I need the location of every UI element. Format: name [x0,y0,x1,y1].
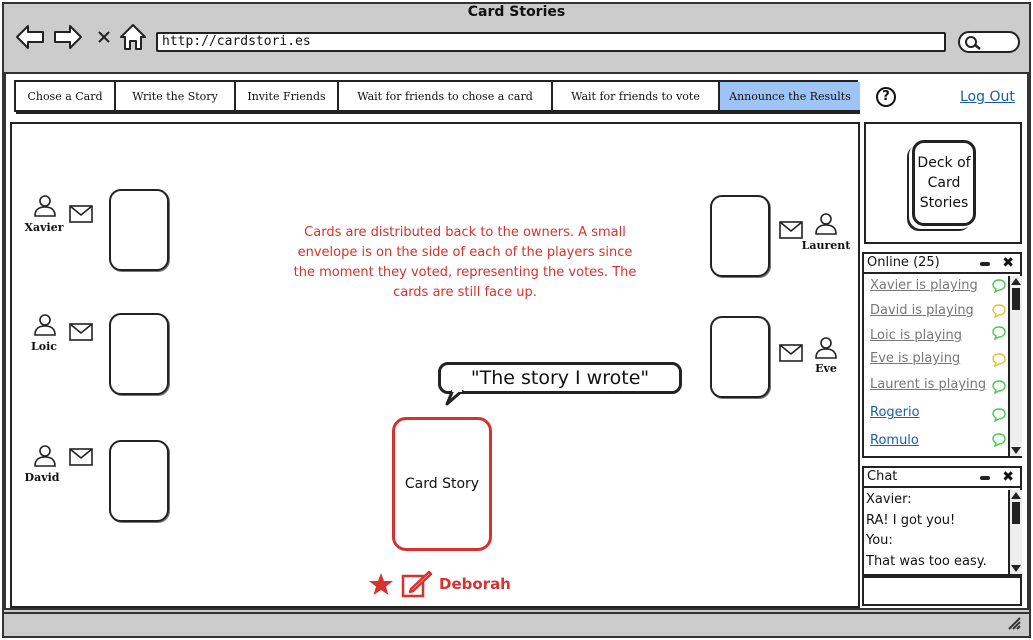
speech-bubble-icon[interactable] [992,433,1006,447]
bubble-tail [445,390,464,406]
player-name-laurent: Laurent [801,239,851,252]
person-icon [815,337,837,359]
online-title: Online (25) [867,255,940,270]
logout-link[interactable]: Log Out [960,89,1015,105]
chat-message: RA! I got you! [866,513,956,528]
help-icon[interactable]: ? [876,87,896,107]
step-announce-results[interactable]: Announce the Results [720,82,860,110]
person-icon [815,213,837,235]
person-icon [34,195,56,217]
storyteller-name: Deborah [439,575,511,593]
deck-label-3: Stories [919,195,969,211]
scroll-up-icon[interactable] [1011,492,1021,499]
story-speech-bubble: "The story I wrote" [438,362,682,394]
online-scrollbar[interactable] [1008,276,1022,456]
player-card-loic[interactable] [109,313,169,395]
chat-message: That was too easy. [866,554,987,569]
player-card-eve[interactable] [710,316,770,398]
scroll-down-icon[interactable] [1011,447,1021,454]
player-name-eve: Eve [815,362,837,375]
envelope-icon [69,323,93,341]
player-card-laurent[interactable] [710,195,770,277]
scroll-thumb[interactable] [1012,288,1020,310]
speech-bubble-icon[interactable] [992,408,1006,422]
step-tabs: Chose a Card Write the Story Invite Frie… [14,80,860,112]
close-icon[interactable]: ✖ [1002,468,1014,486]
arrow-left-icon[interactable] [14,22,46,52]
star-icon [369,573,393,595]
speech-bubble-icon[interactable] [992,304,1006,318]
online-user[interactable]: Xavier is playing [870,278,978,293]
annotation-note: Cards are distributed back to the owners… [293,225,637,300]
url-bar[interactable]: http://cardstori.es [156,32,946,52]
online-panel: Online (25) ✖ Xavier is playing David is… [862,252,1022,458]
scroll-down-icon[interactable] [1011,565,1021,572]
online-user[interactable]: Eve is playing [870,351,960,366]
story-card[interactable]: Card Story [392,417,492,551]
step-invite-friends[interactable]: Invite Friends [236,82,339,110]
chat-panel: Chat ✖ Xavier: RA! I got you! You: That … [862,466,1022,576]
minimize-icon[interactable] [980,262,990,266]
status-bar [4,612,1029,636]
speech-bubble-icon[interactable] [992,380,1006,394]
deck-label-2: Card [927,175,961,191]
envelope-icon [69,448,93,466]
arrow-right-icon[interactable] [52,22,84,52]
person-icon [34,314,56,336]
minimize-icon[interactable] [980,476,990,480]
chat-input[interactable] [862,576,1022,606]
deck-of-cards[interactable]: Deck of Card Stories [912,140,976,226]
speech-bubble-icon[interactable] [992,353,1006,367]
chat-scrollbar[interactable] [1008,490,1022,574]
search-field[interactable] [958,31,1020,53]
online-user[interactable]: Loic is playing [870,328,962,343]
speech-bubble-icon[interactable] [992,279,1006,293]
online-panel-header: Online (25) ✖ [864,254,1020,274]
envelope-icon [779,344,803,362]
envelope-icon [69,205,93,223]
search-icon [965,36,981,50]
speech-bubble-icon[interactable] [992,326,1006,340]
window-title: Card Stories [467,4,566,20]
scroll-thumb[interactable] [1012,502,1020,524]
close-icon[interactable]: ✖ [1002,254,1014,272]
online-user[interactable]: Rogerio [870,405,920,420]
step-wait-choose[interactable]: Wait for friends to chose a card [339,82,553,110]
step-wait-vote[interactable]: Wait for friends to vote [553,82,720,110]
resize-grip-icon[interactable] [1007,616,1021,630]
envelope-icon [779,221,803,239]
chat-message: You: [866,533,893,548]
step-chose-card[interactable]: Chose a Card [16,82,116,110]
deck-label-1: Deck of [917,155,971,171]
player-name-david: David [24,471,60,484]
close-icon[interactable] [88,22,120,52]
scroll-up-icon[interactable] [1011,278,1021,285]
person-icon [34,445,56,467]
edit-icon[interactable] [401,570,433,598]
player-card-david[interactable] [109,440,169,522]
online-user[interactable]: Romulo [870,433,919,448]
chat-message: Xavier: [866,492,912,507]
home-icon[interactable] [117,22,149,52]
online-user[interactable]: David is playing [870,303,974,318]
chat-title: Chat [867,469,898,484]
step-write-story[interactable]: Write the Story [116,82,236,110]
online-user[interactable]: Laurent is playing [870,377,986,392]
chat-panel-header: Chat ✖ [864,468,1020,488]
player-card-xavier[interactable] [109,189,169,271]
player-name-loic: Loic [31,340,57,353]
player-name-xavier: Xavier [24,221,64,234]
